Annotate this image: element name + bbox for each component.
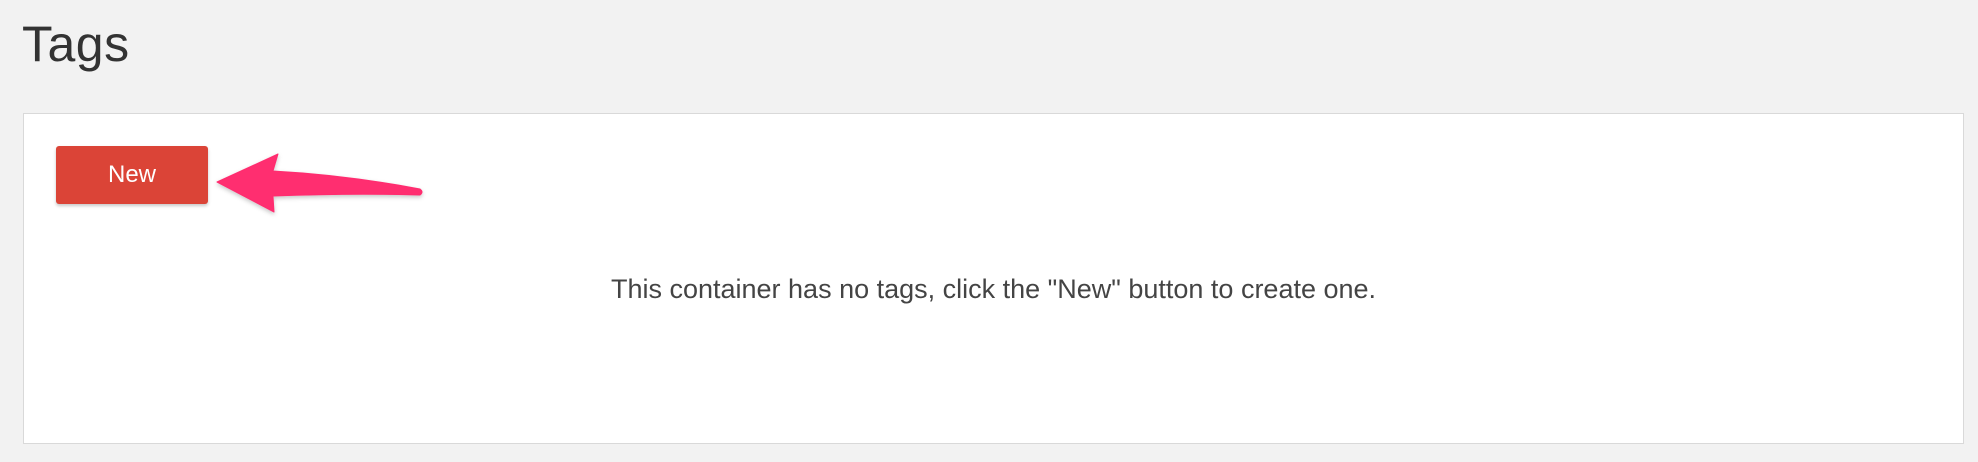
new-tag-button[interactable]: New [56, 146, 208, 204]
arrow-left-icon [216, 153, 423, 213]
page-title: Tags [22, 16, 130, 72]
empty-state-message: This container has no tags, click the "N… [610, 274, 1377, 304]
arrow-annotation-shape [216, 153, 423, 213]
